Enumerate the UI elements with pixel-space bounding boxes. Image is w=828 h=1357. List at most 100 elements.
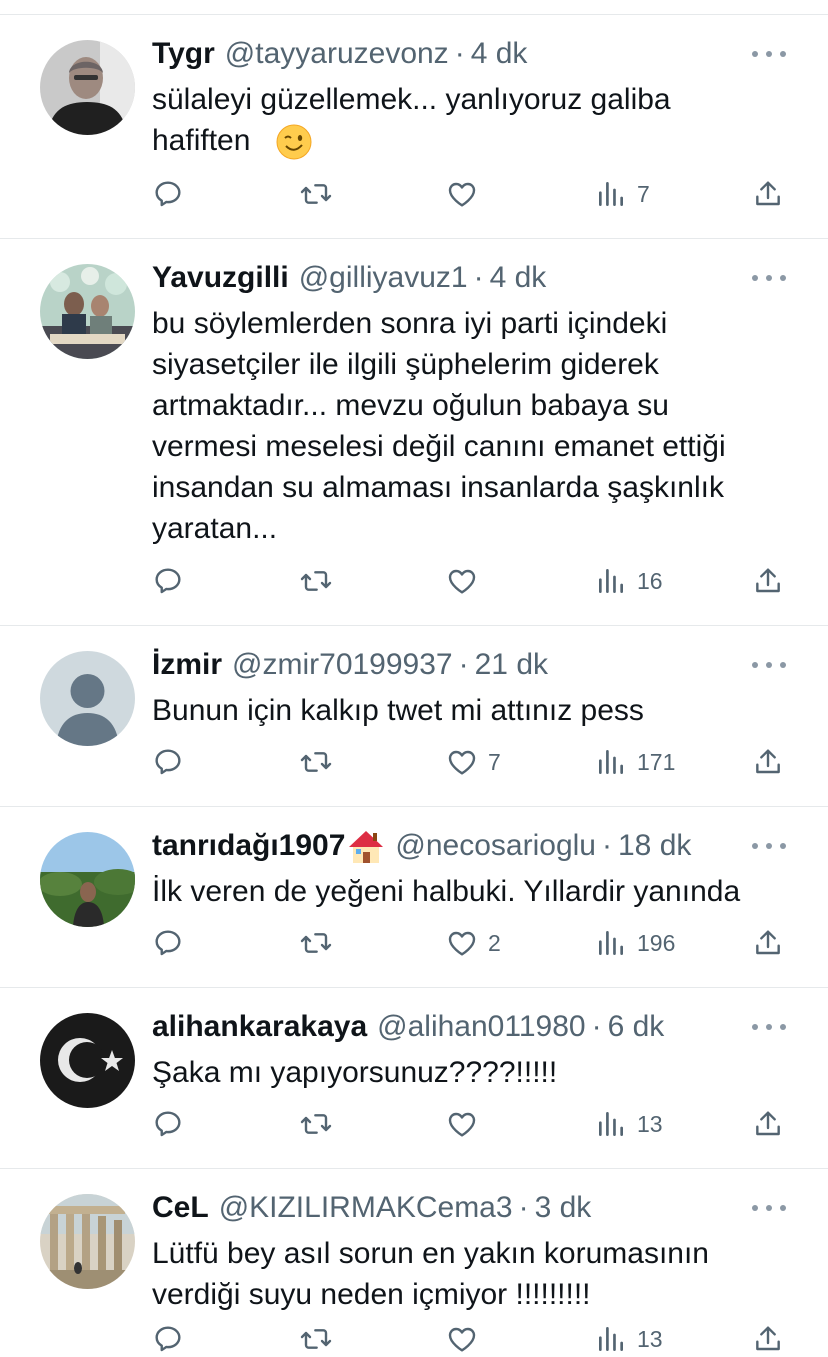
avatar[interactable]	[40, 264, 135, 359]
reply-button[interactable]	[152, 1319, 184, 1357]
timestamp[interactable]: 4 dk	[471, 37, 528, 71]
action-bar: 16	[0, 561, 828, 601]
avatar[interactable]	[40, 651, 135, 746]
username-handle[interactable]: @tayyaruzevonz	[225, 37, 449, 71]
share-button[interactable]	[752, 923, 784, 963]
reply-text: bu söylemlerden sonra iyi parti içindeki…	[152, 307, 726, 545]
username-handle[interactable]: @zmir70199937	[232, 648, 453, 682]
display-name[interactable]: tanrıdağı1907	[152, 829, 345, 863]
display-name[interactable]: Tygr	[152, 37, 215, 71]
reply-text: Şaka mı yapıyorsunuz????!!!!!	[152, 1056, 558, 1089]
views-chart-icon	[599, 182, 623, 206]
reply-header: Tygr @tayyaruzevonz · 4 dk	[152, 34, 527, 74]
avatar[interactable]	[40, 40, 135, 135]
views-button[interactable]: 13	[595, 1319, 663, 1357]
like-button[interactable]	[446, 1319, 488, 1357]
display-name[interactable]: İzmir	[152, 648, 222, 682]
views-button[interactable]: 7	[595, 174, 650, 214]
reply-icon	[155, 568, 181, 594]
share-icon	[756, 1326, 780, 1351]
wink-emoji-icon	[275, 123, 313, 161]
views-chart-icon	[599, 750, 623, 774]
heart-icon	[448, 750, 476, 775]
username-handle[interactable]: @necosarioglu	[395, 829, 596, 863]
retweet-button[interactable]	[300, 1319, 332, 1357]
views-button[interactable]: 196	[595, 923, 675, 963]
display-name[interactable]: CeL	[152, 1191, 209, 1225]
like-count: 2	[488, 929, 501, 956]
reply-item[interactable]: Tygr @tayyaruzevonz · 4 dk sülaleyi güze…	[0, 15, 828, 239]
more-options-icon[interactable]	[752, 660, 786, 670]
retweet-icon	[300, 933, 332, 953]
views-chart-icon	[599, 1327, 623, 1351]
reply-button[interactable]	[152, 561, 184, 601]
views-chart-icon	[599, 1112, 623, 1136]
more-options-icon[interactable]	[752, 1022, 786, 1032]
share-icon	[756, 568, 780, 593]
default-avatar-icon	[40, 651, 135, 746]
view-count: 196	[637, 929, 676, 956]
more-options-icon[interactable]	[752, 1203, 786, 1213]
display-name[interactable]: Yavuzgilli	[152, 261, 289, 295]
reply-text: sülaleyi güzellemek... yanlıyoruz galiba…	[152, 83, 671, 157]
timestamp[interactable]: 3 dk	[535, 1191, 592, 1225]
retweet-button[interactable]	[300, 174, 332, 214]
more-options-icon[interactable]	[752, 273, 786, 283]
username-handle[interactable]: @gilliyavuz1	[299, 261, 468, 295]
reply-header: alihankarakaya @alihan011980 · 6 dk	[152, 1007, 664, 1047]
timestamp[interactable]: 4 dk	[490, 261, 547, 295]
share-button[interactable]	[752, 742, 784, 782]
share-button[interactable]	[752, 561, 784, 601]
house-emoji-icon	[347, 827, 385, 865]
heart-icon	[448, 1327, 476, 1352]
retweet-button[interactable]	[300, 561, 332, 601]
action-bar: 13	[0, 1319, 828, 1357]
reply-button[interactable]	[152, 923, 184, 963]
like-button[interactable]	[446, 1104, 488, 1144]
share-button[interactable]	[752, 1104, 784, 1144]
share-button[interactable]	[752, 1319, 784, 1357]
timestamp[interactable]: 6 dk	[608, 1010, 665, 1044]
views-button[interactable]: 171	[595, 742, 675, 782]
reply-item[interactable]: İzmir @zmir70199937 · 21 dk Bunun için k…	[0, 626, 828, 807]
retweet-button[interactable]	[300, 742, 332, 782]
reply-feed: Tygr @tayyaruzevonz · 4 dk sülaleyi güze…	[0, 15, 828, 1357]
timestamp[interactable]: 21 dk	[475, 648, 548, 682]
reply-button[interactable]	[152, 174, 184, 214]
retweet-button[interactable]	[300, 1104, 332, 1144]
avatar[interactable]	[40, 1013, 135, 1108]
reply-header: CeL @KIZILIRMAKCema3 · 3 dk	[152, 1188, 591, 1228]
like-button[interactable]: 2	[446, 923, 501, 963]
share-button[interactable]	[752, 174, 784, 214]
views-chart-icon	[599, 569, 623, 593]
retweet-icon	[300, 1114, 332, 1134]
like-button[interactable]	[446, 174, 488, 214]
username-handle[interactable]: @alihan011980	[377, 1010, 585, 1044]
more-options-icon[interactable]	[752, 841, 786, 851]
more-options-icon[interactable]	[752, 49, 786, 59]
views-button[interactable]: 16	[595, 561, 663, 601]
views-button[interactable]: 13	[595, 1104, 663, 1144]
heart-icon	[448, 182, 476, 207]
display-name[interactable]: alihankarakaya	[152, 1010, 367, 1044]
reply-item[interactable]: CeL @KIZILIRMAKCema3 · 3 dk Lütfü bey as…	[0, 1169, 828, 1357]
share-icon	[756, 1111, 780, 1136]
timestamp[interactable]: 18 dk	[618, 829, 691, 863]
reply-item[interactable]: Yavuzgilli @gilliyavuz1 · 4 dk bu söylem…	[0, 239, 828, 626]
avatar[interactable]	[40, 1194, 135, 1289]
reply-button[interactable]	[152, 1104, 184, 1144]
reply-text: İlk veren de yeğeni halbuki. Yıllardir y…	[152, 875, 741, 908]
reply-header: tanrıdağı1907 @necosarioglu · 18 dk	[152, 826, 691, 866]
reply-icon	[155, 181, 181, 207]
reply-item[interactable]: tanrıdağı1907 @necosarioglu · 18 dk İlk …	[0, 807, 828, 988]
separator-dot: ·	[473, 261, 484, 294]
retweet-button[interactable]	[300, 923, 332, 963]
reply-button[interactable]	[152, 742, 184, 782]
avatar[interactable]	[40, 832, 135, 927]
view-count: 16	[637, 567, 663, 594]
separator-dot: ·	[602, 829, 612, 862]
username-handle[interactable]: @KIZILIRMAKCema3	[219, 1191, 513, 1225]
like-button[interactable]	[446, 561, 488, 601]
reply-item[interactable]: alihankarakaya @alihan011980 · 6 dk Şaka…	[0, 988, 828, 1169]
like-button[interactable]: 7	[446, 742, 501, 782]
